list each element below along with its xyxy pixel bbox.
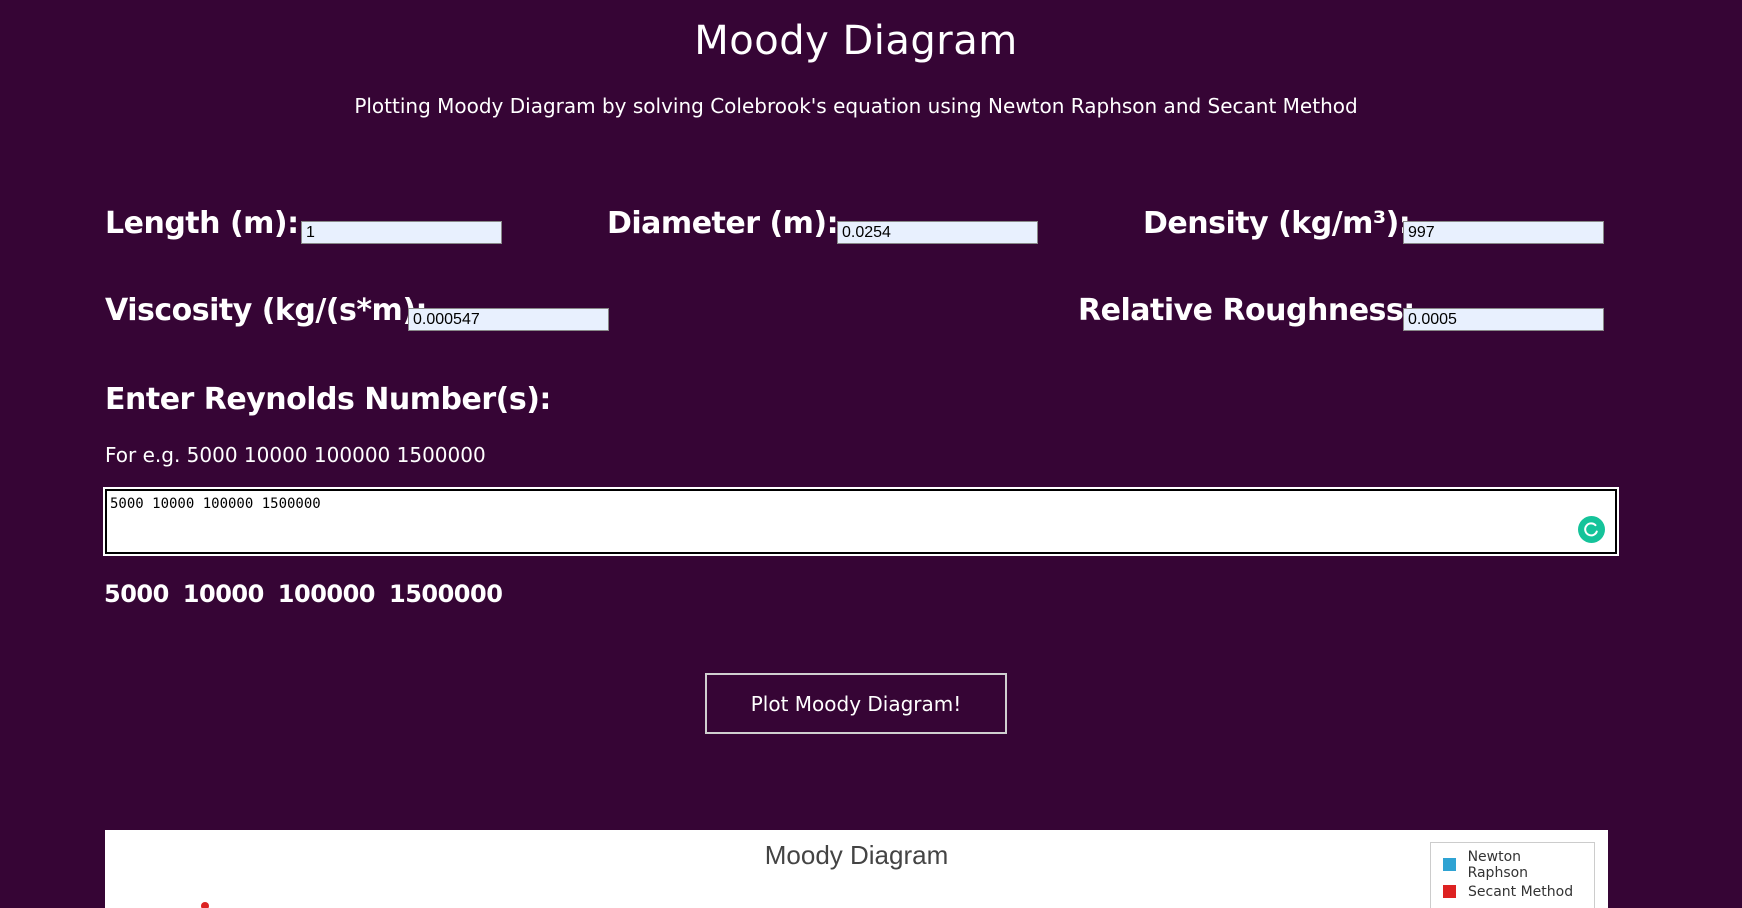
reynolds-example: For e.g. 5000 10000 100000 1500000: [105, 443, 486, 467]
legend-swatch: [1443, 885, 1456, 898]
legend-item-secant[interactable]: Secant Method: [1443, 878, 1582, 905]
viscosity-input[interactable]: [408, 308, 609, 331]
page-title: Moody Diagram: [694, 18, 1018, 64]
page: Moody Diagram Plotting Moody Diagram by …: [0, 0, 1742, 908]
reynolds-values: 5000 10000 100000 1500000: [104, 580, 503, 608]
legend-label: Newton Raphson: [1467, 848, 1529, 881]
reynolds-heading: Enter Reynolds Number(s):: [105, 382, 551, 417]
density-label: Density (kg/m³):: [1143, 206, 1411, 241]
viscosity-label: Viscosity (kg/(s*m):: [105, 293, 428, 328]
length-input[interactable]: [301, 221, 502, 244]
roughness-label: Relative Roughness:: [1078, 293, 1415, 328]
legend-item-newton[interactable]: Newton Raphson: [1443, 848, 1582, 881]
chart-plot-area: [201, 902, 209, 908]
reynolds-value: 1500000: [389, 580, 503, 608]
reynolds-value: 100000: [277, 580, 376, 608]
chart-title: Moody Diagram: [764, 840, 949, 870]
diameter-input[interactable]: [837, 221, 1038, 244]
grammarly-icon[interactable]: [1578, 516, 1605, 543]
chart-legend: Newton Raphson Secant Method: [1430, 842, 1595, 908]
secant-point: [201, 902, 209, 908]
legend-label: Secant Method: [1468, 883, 1574, 900]
reynolds-input[interactable]: 5000 10000 100000 1500000: [103, 487, 1619, 556]
plot-button[interactable]: Plot Moody Diagram!: [705, 673, 1007, 734]
reynolds-value: 5000: [104, 580, 169, 608]
chart-panel: Moody Diagram Newton Raphson Secant Meth…: [105, 830, 1608, 908]
diameter-label: Diameter (m):: [607, 206, 839, 241]
legend-swatch: [1443, 858, 1456, 871]
reynolds-value: 10000: [182, 580, 265, 608]
density-input[interactable]: [1403, 221, 1604, 244]
length-label: Length (m):: [105, 206, 299, 241]
roughness-input[interactable]: [1403, 308, 1604, 331]
page-subtitle: Plotting Moody Diagram by solving Colebr…: [354, 94, 1358, 118]
